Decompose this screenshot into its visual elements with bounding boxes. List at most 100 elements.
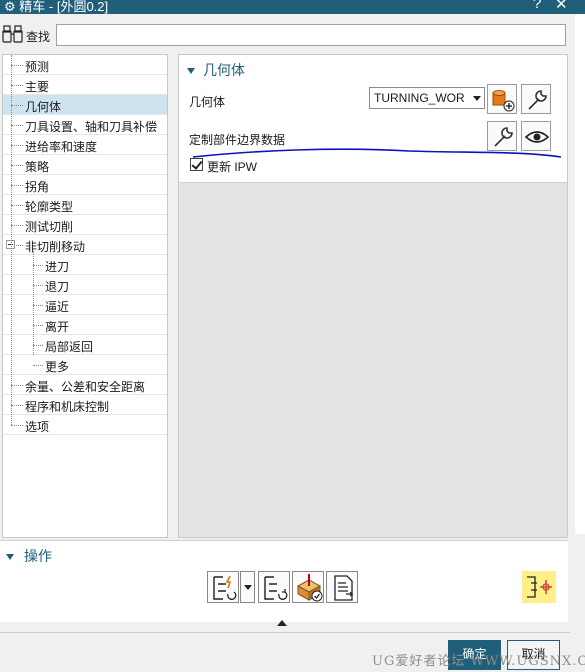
tree-connector (11, 225, 23, 226)
tree-item[interactable]: 更多 (3, 355, 167, 375)
tree-connector (33, 325, 43, 326)
verify-button[interactable] (292, 571, 324, 603)
tree-connector (11, 425, 23, 426)
find-label: 查找 (26, 30, 51, 44)
tree-item-label: 退刀 (45, 280, 70, 294)
tree-item[interactable]: 非切削移动 (3, 235, 167, 255)
new-geometry-button[interactable] (487, 84, 517, 114)
tree-item[interactable]: 轮廓类型 (3, 195, 167, 215)
update-ipw-checkbox[interactable] (190, 158, 203, 171)
tree-item[interactable]: 局部返回 (3, 335, 167, 355)
tree-connector (11, 385, 23, 386)
tree-item[interactable]: 主要 (3, 75, 167, 95)
right-edge (575, 14, 585, 534)
content-panel: 几何体 几何体 TURNING_WOR 定制部件边界数据 更新 IPW (178, 54, 568, 538)
tree-connector (33, 285, 43, 286)
tree-item-label: 测试切削 (25, 220, 74, 234)
tree-item-label: 离开 (45, 320, 70, 334)
tree-item-label: 更多 (45, 360, 70, 374)
tree-item[interactable]: 预测 (3, 55, 167, 75)
find-bar: 查找 (0, 22, 570, 48)
operations-section: 操作 (0, 540, 568, 622)
tree-item[interactable]: 逼近 (3, 295, 167, 315)
tree-item[interactable]: 几何体 (3, 95, 167, 115)
tree-connector (33, 345, 43, 346)
tree-item[interactable]: 刀具设置、轴和刀具补偿 (3, 115, 167, 135)
tree-connector (11, 185, 23, 186)
generate-dropdown[interactable] (240, 571, 255, 603)
chevron-down-icon (473, 96, 481, 101)
tree-connector (11, 145, 23, 146)
generate-button[interactable] (207, 571, 239, 603)
replay-button[interactable] (258, 571, 290, 603)
tree-item-label: 选项 (25, 420, 50, 434)
generate-icon (213, 575, 237, 600)
window-title: ⚙ 精车 - [外圆0.2] (4, 0, 109, 14)
update-ipw-label: 更新 IPW (207, 160, 257, 174)
geometry-group: 几何体 几何体 TURNING_WOR 定制部件边界数据 更新 IPW (179, 55, 567, 183)
title-bar: ⚙ 精车 - [外圆0.2] ? ✕ (0, 0, 585, 14)
tree-item-label: 预测 (25, 60, 50, 74)
geometry-group-header[interactable]: 几何体 (187, 60, 245, 80)
operations-header[interactable]: 操作 (6, 546, 52, 566)
tree-item-label: 余量、公差和安全距离 (25, 380, 146, 394)
list-button[interactable] (326, 571, 358, 603)
tree-item-label: 刀具设置、轴和刀具补偿 (25, 120, 158, 134)
tool-path-icon (527, 576, 552, 598)
tree-item[interactable]: 进刀 (3, 255, 167, 275)
verify-icon (296, 574, 323, 602)
display-tool-button[interactable] (522, 571, 556, 603)
geometry-select[interactable]: TURNING_WOR (369, 87, 485, 109)
tree-connector (11, 205, 23, 206)
tree-item[interactable]: 退刀 (3, 275, 167, 295)
tree-item-label: 进给率和速度 (25, 140, 98, 154)
tree-connector (11, 125, 23, 126)
tree-item[interactable]: 程序和机床控制 (3, 395, 167, 415)
tree-item-label: 进刀 (45, 260, 70, 274)
tree-connector (11, 65, 23, 66)
edit-geometry-button[interactable] (521, 84, 551, 114)
tree-connector (33, 305, 43, 306)
tree-item-label: 非切削移动 (25, 240, 86, 254)
separator (0, 632, 570, 633)
geometry-label: 几何体 (189, 95, 226, 109)
tree-item[interactable]: 拐角 (3, 175, 167, 195)
watermark: UG爱好者论坛 WWW.UGSNX.COM (372, 654, 585, 669)
tree-item[interactable]: 测试切削 (3, 215, 167, 235)
wrench-icon (528, 90, 547, 110)
tree-item[interactable]: 策略 (3, 155, 167, 175)
tree-item[interactable]: 余量、公差和安全距离 (3, 375, 167, 395)
tree-item[interactable]: 离开 (3, 315, 167, 335)
tree-trunk-line (11, 55, 12, 425)
tree-item-label: 主要 (25, 80, 50, 94)
list-icon (334, 575, 354, 601)
tree-item-label: 轮廓类型 (25, 200, 74, 214)
navigation-tree: 预测主要几何体刀具设置、轴和刀具补偿 进给率和速度 策略拐角轮廓类型测试切削非切削移… (2, 54, 168, 538)
replay-icon (264, 576, 288, 600)
collapse-dialog-arrow-icon[interactable] (277, 620, 287, 626)
new-geometry-icon (492, 90, 515, 112)
tree-connector (11, 405, 23, 406)
tree-item-label: 策略 (25, 160, 50, 174)
gear-icon: ⚙ (4, 0, 16, 14)
tree-connector (33, 265, 43, 266)
tree-connector (11, 105, 23, 106)
tree-connector (33, 365, 43, 366)
help-button[interactable]: ? (533, 0, 541, 12)
find-input[interactable] (56, 24, 566, 46)
tree-branch-line (33, 251, 34, 355)
tree-item[interactable]: 选项 (3, 415, 167, 435)
tree-item-label: 程序和机床控制 (25, 400, 110, 414)
collapse-arrow-icon (6, 554, 14, 561)
tree-connector (11, 85, 23, 86)
close-button[interactable]: ✕ (555, 0, 568, 13)
tree-item-label: 几何体 (25, 100, 62, 114)
chevron-down-icon (244, 585, 252, 590)
tree-item[interactable]: 进给率和速度 (3, 135, 167, 155)
tree-item-label: 局部返回 (45, 340, 94, 354)
binoculars-icon[interactable] (2, 24, 24, 44)
tree-connector (11, 165, 23, 166)
tree-item-label: 拐角 (25, 180, 50, 194)
tree-item-label: 逼近 (45, 300, 70, 314)
collapse-arrow-icon (187, 68, 195, 75)
